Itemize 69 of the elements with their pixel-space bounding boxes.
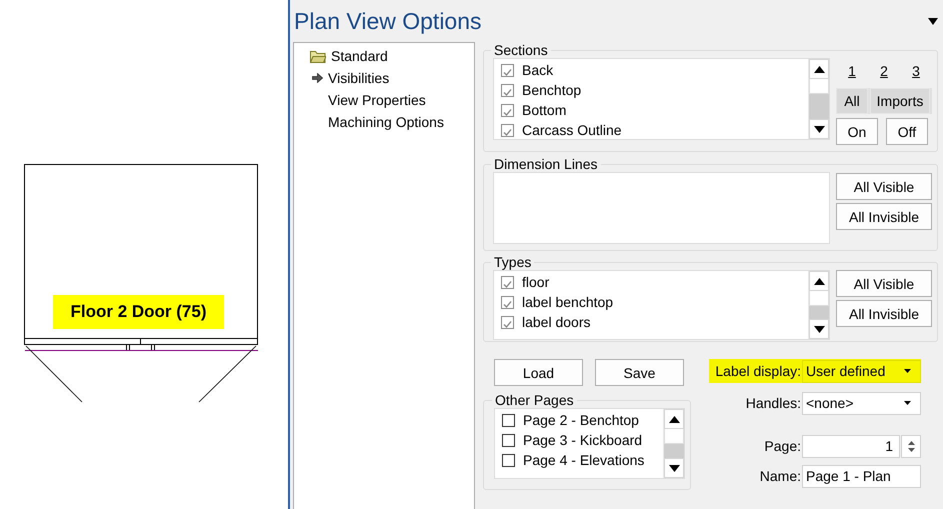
- item-label: label benchtop: [522, 294, 614, 310]
- field-label: Handles:: [746, 395, 801, 411]
- button[interactable]: All Visible: [836, 270, 932, 297]
- button[interactable]: All Invisible: [836, 203, 932, 230]
- spin-up-icon: [908, 440, 914, 444]
- filter-button[interactable]: Imports: [870, 88, 930, 114]
- checkbox[interactable]: [502, 434, 515, 446]
- layer-link[interactable]: 3: [912, 63, 920, 79]
- scrollbar[interactable]: [808, 271, 829, 339]
- caret-icon: [904, 369, 911, 373]
- button[interactable]: On: [836, 118, 878, 145]
- scroll-track: [664, 444, 684, 458]
- scroll-track: [809, 306, 829, 319]
- scroll-up-icon: [814, 278, 824, 284]
- folder-icon: [310, 50, 326, 62]
- item-label: floor: [522, 274, 550, 290]
- group-title: Sections: [493, 42, 549, 58]
- checkbox[interactable]: [501, 64, 514, 76]
- filter-button[interactable]: All: [836, 88, 868, 114]
- checkbox[interactable]: [501, 104, 514, 116]
- scrollbar[interactable]: [808, 59, 829, 139]
- group-title: Dimension Lines: [493, 156, 598, 172]
- checkbox[interactable]: [502, 454, 515, 466]
- scrollbar[interactable]: [663, 409, 684, 478]
- item-label: Page 2 - Benchtop: [523, 412, 639, 428]
- tree-item[interactable]: Standard: [331, 48, 388, 64]
- layer-link[interactable]: 1: [848, 63, 856, 79]
- scroll-down-icon: [814, 126, 824, 132]
- field-label: Label display:: [715, 363, 801, 379]
- button[interactable]: Load: [494, 359, 583, 386]
- number-field[interactable]: 1: [802, 434, 900, 458]
- dropdown[interactable]: User defined: [802, 360, 921, 382]
- scroll-up-icon: [814, 66, 824, 72]
- button[interactable]: All Invisible: [836, 300, 932, 327]
- item-label: Carcass Outline: [522, 122, 622, 138]
- field-label: Page:: [764, 438, 801, 454]
- spin-down-icon: [908, 448, 914, 452]
- spin-buttons[interactable]: [901, 434, 921, 458]
- panel-title: Plan View Options: [294, 8, 482, 34]
- drawing-label: Floor 2 Door (75): [53, 295, 224, 329]
- checkbox[interactable]: [501, 276, 514, 288]
- checkbox[interactable]: [501, 316, 514, 328]
- tree-item[interactable]: Visibilities: [328, 70, 390, 86]
- field-label: Name:: [760, 468, 801, 484]
- tree-item[interactable]: Machining Options: [328, 114, 444, 130]
- caret-icon: [904, 401, 911, 405]
- checkbox[interactable]: [501, 296, 514, 308]
- group-title: Other Pages: [494, 392, 575, 408]
- tree-item[interactable]: View Properties: [328, 92, 426, 108]
- item-label: Benchtop: [522, 82, 582, 98]
- checkbox[interactable]: [501, 84, 514, 96]
- group-title: Types: [493, 254, 532, 270]
- scroll-down-icon: [814, 326, 824, 332]
- input-field[interactable]: Page 1 - Plan: [802, 464, 921, 488]
- button[interactable]: All Visible: [836, 173, 932, 200]
- layer-link[interactable]: 2: [880, 63, 888, 79]
- button[interactable]: Off: [886, 118, 928, 145]
- checkbox[interactable]: [502, 414, 515, 426]
- item-label: Bottom: [522, 102, 566, 118]
- caret-icon[interactable]: [928, 18, 938, 24]
- button[interactable]: Save: [595, 359, 684, 386]
- dropdown[interactable]: <none>: [802, 392, 921, 414]
- checkbox[interactable]: [501, 124, 514, 136]
- item-label: label doors: [522, 314, 590, 330]
- item-label: Back: [522, 62, 554, 78]
- scroll-up-icon: [668, 416, 680, 422]
- item-label: Page 3 - Kickboard: [523, 432, 642, 448]
- scroll-down-icon: [668, 464, 680, 472]
- item-label: Page 4 - Elevations: [523, 452, 644, 468]
